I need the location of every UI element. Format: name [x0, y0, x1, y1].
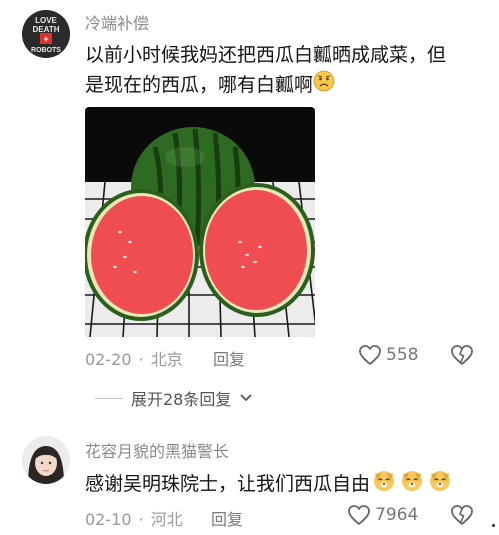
comment-date: 02-10: [85, 510, 132, 529]
like-button[interactable]: 558: [358, 344, 418, 366]
like-count: 558: [386, 345, 419, 365]
comment-date: 02-20: [85, 350, 132, 369]
divider: [95, 397, 123, 399]
comment-meta: 02-20 · 北京: [85, 346, 183, 370]
like-button[interactable]: 7964: [347, 504, 418, 526]
chevron-down-icon: [240, 394, 253, 402]
comment-text: 以前小时候我妈还把西瓜白瓤晒成咸菜，但 是现在的西瓜，哪有白瓤啊: [85, 40, 485, 101]
reply-button[interactable]: 回复: [211, 506, 243, 530]
svg-text:ROBOTS: ROBOTS: [31, 47, 61, 54]
username[interactable]: 花容月貌的黑猫警长: [85, 438, 229, 462]
comment-text-line: 是现在的西瓜，哪有白瓤啊: [85, 70, 485, 101]
worried-face-emoji: [313, 70, 335, 101]
user-avatar-photo: [22, 436, 70, 484]
svg-text:LOVE: LOVE: [35, 16, 57, 25]
avatar[interactable]: [22, 436, 70, 484]
meta-separator: ·: [138, 510, 144, 529]
comment-1: LOVE DEATH + ROBOTS 冷端补偿 以前小时候我妈还把西瓜白瓤晒成…: [0, 0, 499, 409]
expand-replies-button[interactable]: 展开28条回复: [95, 386, 253, 410]
dislike-button[interactable]: [450, 504, 474, 530]
comment-location: 河北: [150, 510, 183, 529]
broken-heart-icon: [451, 505, 473, 525]
like-count: 7964: [375, 505, 419, 525]
avatar[interactable]: LOVE DEATH + ROBOTS: [22, 10, 70, 58]
comment-text: 感谢吴明珠院士，让我们西瓜自由: [85, 468, 485, 501]
broken-heart-icon: [451, 345, 473, 365]
meta-separator: ·: [138, 350, 144, 369]
comment-location: 北京: [150, 350, 183, 369]
scroll-indicator-dot: [492, 524, 495, 527]
reply-button[interactable]: 回复: [213, 346, 245, 370]
comment-text-line: 以前小时候我妈还把西瓜白瓤晒成咸菜，但: [85, 44, 447, 66]
dog-face-emoji: [372, 468, 456, 501]
svg-text:+: +: [43, 34, 48, 44]
heart-icon: [348, 505, 370, 525]
heart-icon: [359, 345, 381, 365]
svg-text:DEATH: DEATH: [33, 25, 60, 34]
watermelon-photo[interactable]: [85, 107, 315, 337]
comment-2: 花容月貌的黑猫警长 感谢吴明珠院士，让我们西瓜自由 02-10 · 河北 回复 …: [0, 420, 499, 535]
dislike-button[interactable]: [450, 344, 474, 370]
love-death-robots-logo: LOVE DEATH + ROBOTS: [22, 10, 70, 58]
expand-replies-label: 展开28条回复: [131, 390, 232, 409]
username[interactable]: 冷端补偿: [85, 10, 149, 34]
comment-meta: 02-10 · 河北: [85, 506, 183, 530]
